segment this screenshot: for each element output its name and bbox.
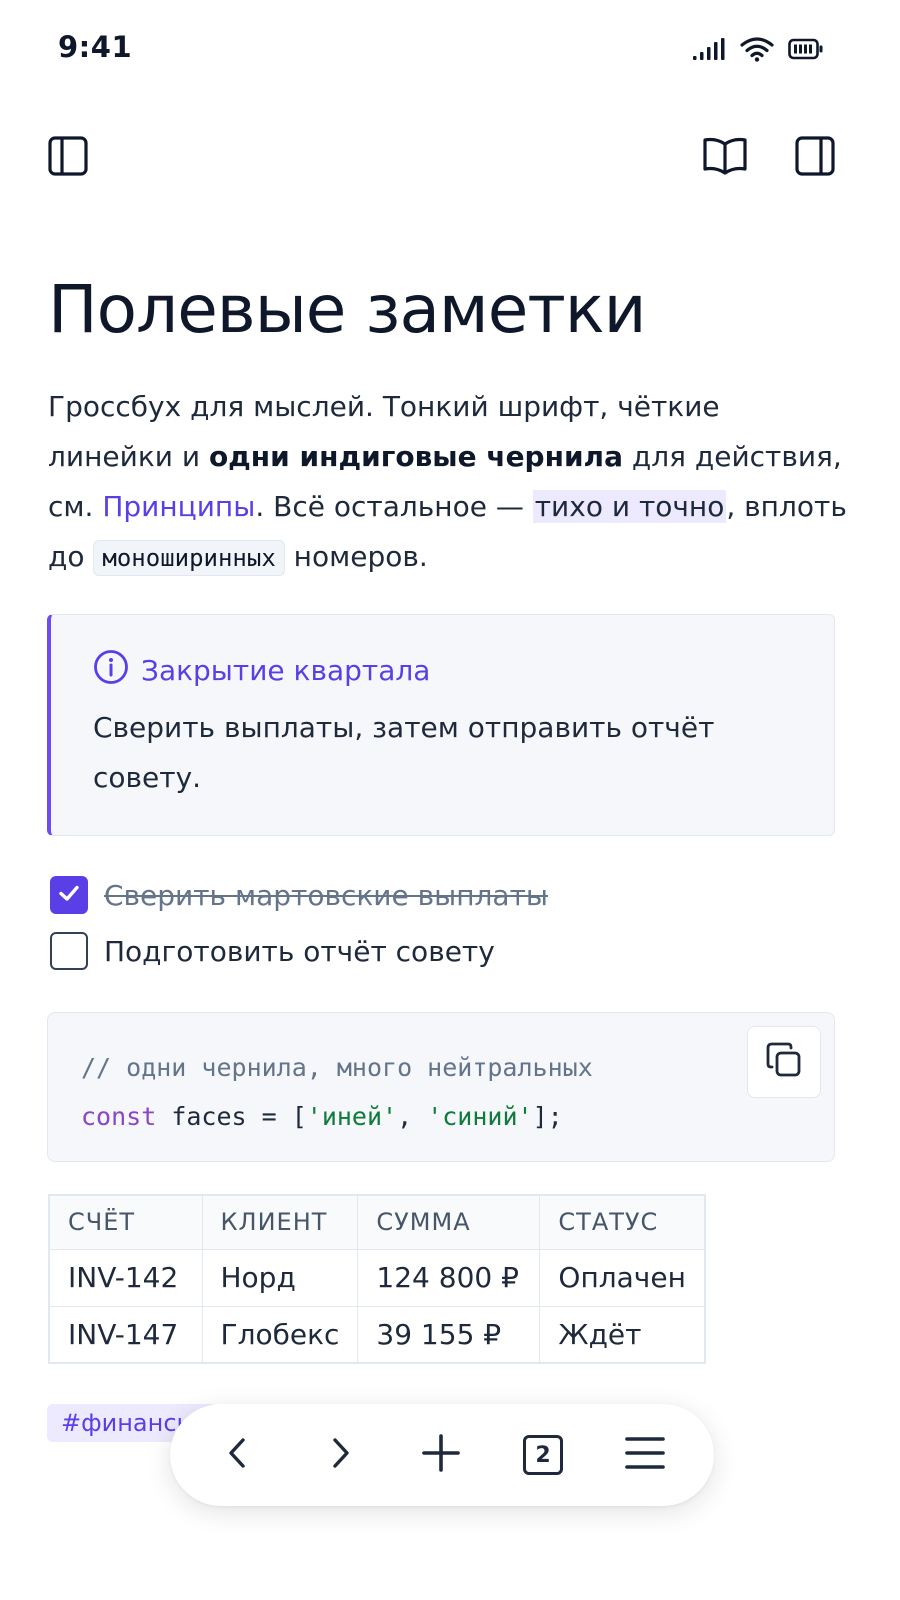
forward-button[interactable] — [310, 1425, 370, 1485]
bottom-nav-bar: 2 — [170, 1404, 714, 1506]
column-header-client: КЛИЕНТ — [201, 1194, 359, 1250]
column-header-invoice: СЧЁТ — [48, 1194, 203, 1250]
callout-title: Закрытие квартала — [141, 654, 431, 687]
plus-icon — [421, 1433, 461, 1478]
task-item: Подготовить отчёт совету — [50, 932, 495, 970]
table-cell: INV-147 — [48, 1305, 203, 1364]
column-header-amount: СУММА — [357, 1194, 541, 1250]
chevron-right-icon — [323, 1436, 357, 1475]
tab-count-badge: 2 — [523, 1435, 563, 1475]
task-checkbox-checked[interactable] — [50, 876, 88, 914]
book-open-icon — [702, 135, 748, 182]
top-toolbar — [0, 130, 900, 190]
intro-bold-text: одни индиговые чернила — [208, 440, 623, 473]
table-row: INV-142 Норд 124 800 ₽ Оплачен — [48, 1248, 706, 1307]
task-label: Сверить мартовские выплаты — [104, 878, 548, 912]
status-bar: 9:41 — [0, 0, 900, 100]
intro-text: номеров. — [284, 540, 428, 573]
page-title: Полевые заметки — [48, 271, 647, 348]
table-cell: 39 155 ₽ — [357, 1305, 541, 1364]
toggle-left-sidebar-button[interactable] — [40, 130, 96, 186]
cellular-signal-icon — [692, 37, 726, 61]
callout-box: Закрытие квартала Сверить выплаты, затем… — [47, 614, 835, 836]
inline-code: моноширинных — [93, 540, 285, 576]
hamburger-menu-icon — [624, 1435, 666, 1476]
column-header-status: СТАТУС — [539, 1194, 706, 1250]
invoice-table: СЧЁТ КЛИЕНТ СУММА СТАТУС INV-142 Норд 12… — [48, 1194, 706, 1364]
checkmark-icon — [57, 879, 81, 912]
callout-title-row: Закрытие квартала — [93, 649, 430, 692]
wifi-icon — [740, 36, 774, 62]
callout-body: Сверить выплаты, затем отправить отчёт с… — [93, 711, 715, 794]
reader-mode-button[interactable] — [697, 130, 753, 186]
table-cell: Ждёт — [539, 1305, 706, 1364]
code-block: // одни чернила, много нейтральных const… — [47, 1012, 835, 1162]
highlighted-text: тихо и точно — [532, 490, 727, 523]
chevron-left-icon — [221, 1436, 255, 1475]
copy-icon — [764, 1040, 804, 1085]
code-string: 'иней' — [306, 1102, 398, 1131]
status-icons — [692, 36, 824, 62]
menu-button[interactable] — [615, 1425, 675, 1485]
table-row: INV-147 Глобекс 39 155 ₽ Ждёт — [48, 1305, 706, 1364]
new-tab-button[interactable] — [411, 1425, 471, 1485]
status-time: 9:41 — [58, 30, 133, 64]
code-comment: // одни чернила, много нейтральных — [81, 1053, 593, 1082]
code-string: 'синий' — [427, 1102, 533, 1131]
intro-text: . Всё остальное — — [255, 490, 533, 523]
principles-link[interactable]: Принципы — [102, 490, 255, 523]
tabs-button[interactable]: 2 — [513, 1425, 573, 1485]
sidebar-right-icon — [794, 135, 836, 182]
table-cell: Норд — [201, 1248, 359, 1307]
code-identifier: faces = [ — [156, 1102, 307, 1131]
info-circle-icon — [93, 649, 129, 692]
task-checkbox-unchecked[interactable] — [50, 932, 88, 970]
table-cell: 124 800 ₽ — [357, 1248, 541, 1307]
code-keyword: const — [81, 1102, 157, 1131]
code-content: // одни чернила, много нейтральных const… — [81, 1043, 593, 1141]
table-cell: Глобекс — [201, 1305, 359, 1364]
table-cell: Оплачен — [539, 1248, 706, 1307]
task-label: Подготовить отчёт совету — [104, 934, 495, 968]
table-header-row: СЧЁТ КЛИЕНТ СУММА СТАТУС — [48, 1194, 706, 1250]
sidebar-left-icon — [47, 135, 89, 182]
toggle-right-sidebar-button[interactable] — [787, 130, 843, 186]
code-closing: ]; — [532, 1102, 563, 1131]
table-cell: INV-142 — [48, 1248, 203, 1307]
intro-paragraph: Гроссбух для мыслей. Тонкий шрифт, чётки… — [48, 382, 848, 583]
back-button[interactable] — [208, 1425, 268, 1485]
code-separator: , — [397, 1102, 428, 1131]
copy-code-button[interactable] — [747, 1026, 821, 1098]
battery-icon — [788, 37, 824, 61]
task-item: Сверить мартовские выплаты — [50, 876, 548, 914]
